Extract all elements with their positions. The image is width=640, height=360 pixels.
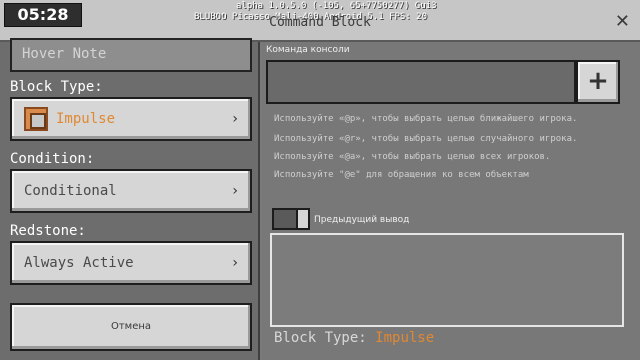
previous-output-label: Предыдущий вывод — [314, 215, 410, 225]
redstone-button[interactable]: Always Active › — [10, 241, 252, 285]
previous-output-box — [270, 233, 624, 327]
redstone-value: Always Active — [24, 255, 134, 271]
command-input[interactable] — [266, 60, 576, 104]
left-panel: Hover Note Block Type: Impulse › Conditi… — [0, 38, 260, 360]
command-panel: Команда консоли + Используйте «@p», чтоб… — [262, 42, 640, 360]
chevron-right-icon: › — [232, 183, 238, 199]
redstone-label: Redstone: — [10, 223, 86, 239]
command-label: Команда консоли — [266, 45, 350, 55]
condition-button[interactable]: Conditional › — [10, 169, 252, 213]
block-type-button[interactable]: Impulse › — [10, 97, 252, 141]
block-type-summary: Block Type: Impulse — [274, 330, 434, 346]
hint-random-player: Используйте «@r», чтобы выбрать целью сл… — [274, 134, 578, 144]
close-icon[interactable]: ✕ — [615, 13, 630, 31]
chevron-right-icon: › — [232, 255, 238, 271]
title-bar: 05:28 alpha 1.0.5.0 (-105, 65+7750277) G… — [0, 0, 640, 42]
block-type-summary-value: Impulse — [375, 330, 435, 346]
block-type-label: Block Type: — [10, 79, 103, 95]
condition-label: Condition: — [10, 151, 95, 167]
window-title: Command Block — [269, 15, 371, 30]
hint-all-players: Используйте «@a», чтобы выбрать целью вс… — [274, 152, 551, 162]
hover-note-input[interactable]: Hover Note — [10, 38, 252, 72]
debug-info-line-1: alpha 1.0.5.0 (-105, 65+7750277) Gui3 — [236, 1, 437, 11]
chevron-right-icon: › — [232, 111, 238, 127]
block-type-value: Impulse — [56, 111, 116, 127]
cancel-button[interactable]: Отмена — [10, 303, 252, 351]
impulse-command-block-icon — [24, 107, 48, 131]
hint-all-entities: Используйте "@e" для обращения ко всем о… — [274, 170, 529, 180]
block-type-summary-label: Block Type: — [274, 330, 367, 346]
add-command-button[interactable]: + — [576, 60, 620, 104]
previous-output-toggle[interactable] — [272, 208, 310, 230]
hint-nearest-player: Используйте «@p», чтобы выбрать целью бл… — [274, 114, 578, 124]
condition-value: Conditional — [24, 183, 117, 199]
toggle-knob — [296, 208, 310, 230]
